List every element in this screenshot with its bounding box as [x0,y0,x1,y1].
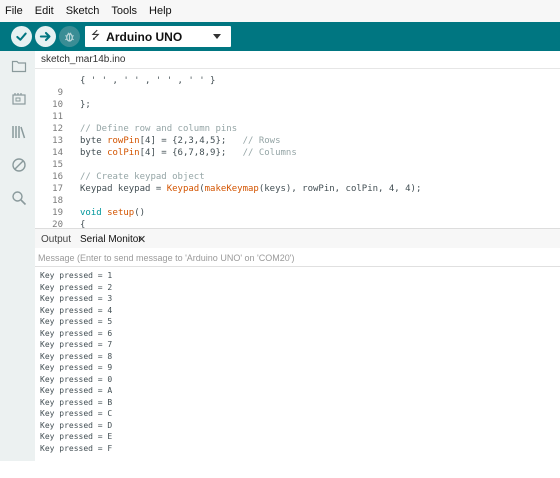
menu-file[interactable]: File [5,5,23,17]
chevron-down-icon [213,34,221,39]
code-line: 20 Serial.begin(9600); // Start serial c… [35,207,560,228]
serial-output-line: Key pressed = E [40,432,113,441]
serial-output: Key pressed = 1 Key pressed = 2 Key pres… [35,267,560,461]
serial-message-input[interactable] [38,251,558,265]
close-icon[interactable]: ✕ [137,233,146,246]
library-icon[interactable] [11,124,27,140]
debug-button[interactable] [59,26,80,47]
code-line: 13 byte colPin[4] = {6,7,8,9}; // Column… [35,123,560,158]
serial-output-line: Key pressed = 5 [40,317,113,326]
serial-output-line: Key pressed = 4 [40,305,113,315]
serial-output-line: Key pressed = 1 [40,271,113,280]
code-line: 9 }; [35,75,560,110]
board-selector[interactable]: ⭍ Arduino UNO [85,26,231,47]
verify-icon [16,32,27,41]
toolbar: ⭍ Arduino UNO [0,22,560,51]
board-icon[interactable] [11,91,27,107]
serial-output-line: Key pressed = A [40,386,113,395]
code-line: 14 [35,135,560,158]
serial-output-line: Key pressed = 2 [40,282,113,292]
menu-tools[interactable]: Tools [111,5,137,17]
serial-output-line: Key pressed = 0 [40,374,113,384]
serial-output-line: Key pressed = 6 [40,328,113,338]
code-line: 18 void setup() [35,183,560,218]
serial-output-line: Key pressed = 8 [40,351,113,361]
upload-icon [39,31,51,42]
serial-output-line: Key pressed = 9 [40,363,113,372]
code-line: 11 // Define row and column pins [35,99,560,134]
folder-icon[interactable] [11,58,27,74]
menu-sketch[interactable]: Sketch [66,5,100,17]
tab-serial-monitor[interactable]: Serial Monitor [80,234,142,245]
upload-button[interactable] [35,26,56,47]
code-line: 10 [35,87,560,110]
file-tabs: sketch_mar14b.ino [35,51,560,69]
menu-edit[interactable]: Edit [35,5,54,17]
search-icon[interactable] [11,190,27,206]
board-name: Arduino UNO [106,29,183,44]
tab-sketch-file[interactable]: sketch_mar14b.ino [41,54,126,65]
code-line: 21 } [35,219,560,228]
serial-output-line: Key pressed = F [40,443,113,453]
code-line: 17 [35,171,560,194]
tab-output[interactable]: Output [41,234,71,245]
serial-output-line: Key pressed = B [40,397,113,407]
debug-icon [65,32,74,42]
serial-output-line: Key pressed = D [40,420,113,430]
code-line: 15 // Create keypad object [35,147,560,182]
code-line: 19 { [35,195,560,228]
verify-button[interactable] [11,26,32,47]
menu-help[interactable]: Help [149,5,172,17]
code-line: 12 byte rowPin[4] = {2,3,4,5}; // Rows [35,111,560,146]
code-editor[interactable]: { ' ' , ' ' , ' ' , ' ' } 9 }; 10 11 // … [35,69,560,228]
panel-tabs: Output Serial Monitor ✕ [35,228,560,248]
sidebar [0,51,35,461]
debug-off-icon[interactable] [11,157,27,173]
menu-bar: File Edit Sketch Tools Help [0,0,560,22]
serial-input-bar [35,248,560,267]
serial-output-line: Key pressed = 7 [40,340,113,349]
code-line: 16 Keypad keypad = Keypad(makeKeymap(key… [35,159,560,194]
serial-output-line: Key pressed = 3 [40,294,113,303]
serial-output-line: Key pressed = C [40,409,113,418]
usb-icon: ⭍ [91,30,101,42]
